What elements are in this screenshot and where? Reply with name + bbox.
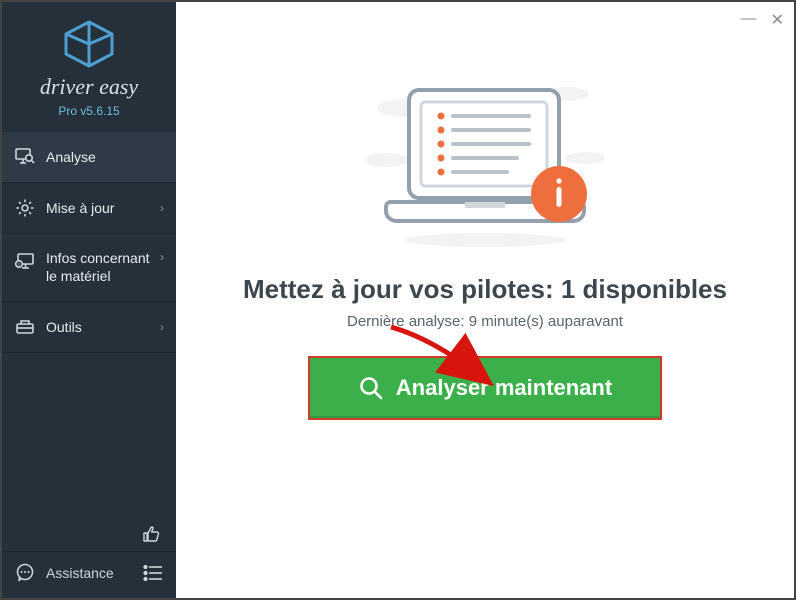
window-controls: — ✕ — [741, 10, 784, 30]
chevron-right-icon: › — [160, 320, 164, 334]
brand-name: driver easy — [2, 74, 176, 100]
monitor-info-icon: i — [14, 253, 36, 271]
gear-icon — [14, 199, 36, 217]
sidebar-bottom: Assistance — [2, 551, 176, 598]
scan-now-label: Analyser maintenant — [396, 375, 612, 401]
brand-version: Pro v5.6.15 — [2, 104, 176, 118]
sidebar-item-label: Mise à jour — [46, 200, 114, 216]
search-icon — [358, 375, 384, 401]
assistance-label[interactable]: Assistance — [46, 565, 114, 581]
sidebar-item-analyse[interactable]: Analyse — [2, 132, 176, 183]
sidebar-nav: Analyse Mise à jour › — [2, 132, 176, 523]
monitor-search-icon — [14, 148, 36, 166]
brand-block: driver easy Pro v5.6.15 — [2, 2, 176, 132]
sidebar-item-update[interactable]: Mise à jour › — [2, 183, 176, 234]
last-scan-text: Dernière analyse: 9 minute(s) auparavant — [176, 313, 794, 330]
chevron-right-icon: › — [160, 201, 164, 215]
sidebar-item-label: Infos concernant le matériel — [46, 250, 160, 285]
sidebar-item-hardware-info[interactable]: i Infos concernant le matériel › — [2, 234, 176, 302]
main-panel: — ✕ — [176, 2, 794, 598]
sidebar: driver easy Pro v5.6.15 Analyse — [2, 2, 176, 598]
app-logo-icon — [62, 20, 116, 68]
thumbs-up-icon[interactable] — [140, 523, 162, 545]
headline: Mettez à jour vos pilotes: 1 disponibles — [176, 274, 794, 305]
laptop-illustration-icon — [357, 80, 613, 250]
chevron-right-icon: › — [160, 250, 164, 264]
sidebar-item-label: Outils — [46, 319, 82, 335]
sidebar-item-tools[interactable]: Outils › — [2, 302, 176, 353]
close-button[interactable]: ✕ — [771, 10, 784, 30]
toolbox-icon — [14, 318, 36, 336]
chat-icon[interactable] — [14, 562, 36, 584]
scan-now-button[interactable]: Analyser maintenant — [308, 356, 662, 420]
sidebar-item-label: Analyse — [46, 149, 96, 165]
minimize-button[interactable]: — — [741, 10, 757, 30]
list-icon[interactable] — [142, 562, 164, 584]
